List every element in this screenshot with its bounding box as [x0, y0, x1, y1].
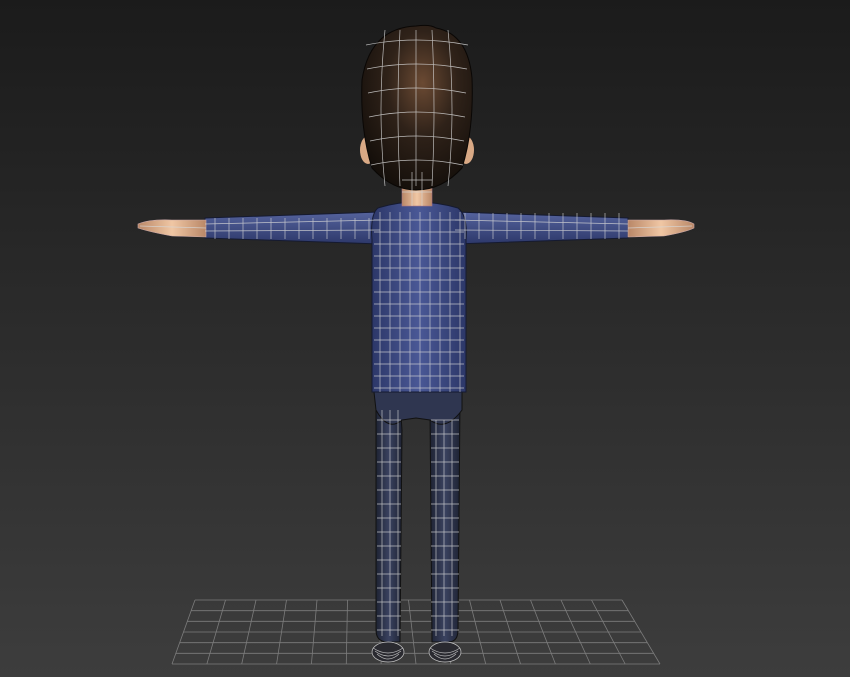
right-leg[interactable]	[429, 399, 461, 643]
head-hair[interactable]	[361, 24, 473, 191]
perspective-viewport[interactable]	[0, 0, 850, 677]
torso-shirt[interactable]	[371, 201, 467, 393]
left-arm[interactable]	[204, 211, 381, 245]
viewport-canvas[interactable]	[0, 0, 850, 677]
right-arm[interactable]	[454, 211, 629, 245]
